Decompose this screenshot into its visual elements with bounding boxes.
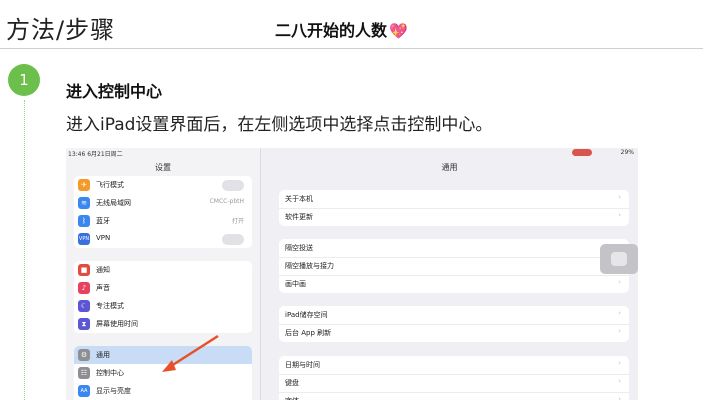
heart-icon: 💖 bbox=[389, 22, 408, 40]
step-title: 进入控制中心 bbox=[66, 82, 163, 101]
annotation-arrow bbox=[162, 334, 219, 372]
step-number-badge: 1 bbox=[8, 64, 40, 96]
author-name-text: 二八开始的人数 bbox=[275, 21, 388, 40]
author-name: 二八开始的人数 💖 bbox=[275, 17, 408, 41]
arrow-head bbox=[162, 360, 176, 372]
page-title: 方法/步骤 bbox=[6, 16, 116, 44]
ipad-settings-screenshot: 13:46 6月21日周二 设置 ✈ 飞行模式 ≋ 无线局域网 CMCC-pbt… bbox=[66, 148, 638, 400]
header-divider bbox=[0, 48, 703, 49]
step-description: 进入iPad设置界面后，在左侧选项中选择点击控制中心。 bbox=[66, 115, 493, 135]
step-timeline bbox=[24, 100, 25, 400]
arrow-shaft bbox=[167, 334, 219, 370]
